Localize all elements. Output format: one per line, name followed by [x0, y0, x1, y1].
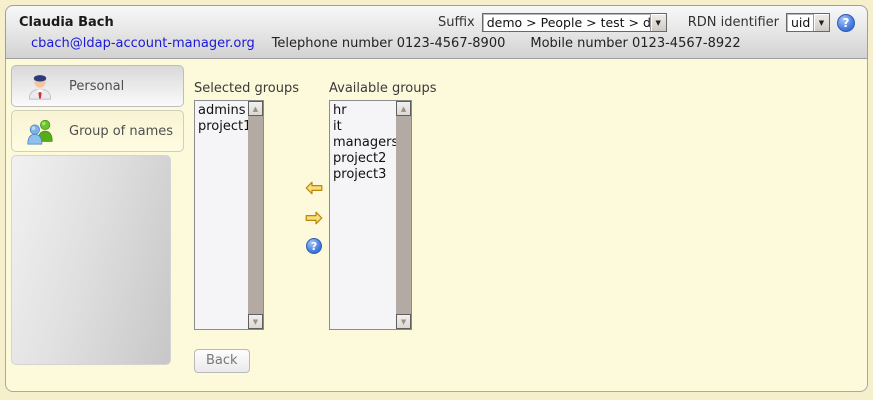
- scroll-track[interactable]: [248, 116, 263, 314]
- chevron-down-icon[interactable]: ▼: [650, 14, 666, 31]
- list-item[interactable]: admins: [198, 103, 248, 119]
- sidebar-panel: [11, 155, 171, 365]
- suffix-label: Suffix: [438, 15, 475, 30]
- move-left-button[interactable]: [305, 181, 323, 195]
- scroll-track[interactable]: [396, 116, 411, 314]
- header-row-top: Claudia Bach Suffix demo > People > test…: [6, 6, 867, 33]
- suffix-value: demo > People > test > de: [483, 14, 650, 31]
- available-groups-label: Available groups: [329, 81, 437, 96]
- tab-group-of-names-label: Group of names: [69, 124, 173, 139]
- header: Claudia Bach Suffix demo > People > test…: [5, 5, 868, 59]
- tab-group-of-names[interactable]: Group of names: [11, 110, 184, 152]
- selected-groups-label: Selected groups: [194, 81, 299, 96]
- list-item[interactable]: it: [333, 119, 396, 135]
- content-panel: Personal Group of names Selected groups: [5, 59, 868, 392]
- list-item[interactable]: hr: [333, 103, 396, 119]
- rdn-identifier-value: uid: [787, 14, 813, 31]
- scroll-up-button[interactable]: ▲: [396, 101, 411, 116]
- tab-personal[interactable]: Personal: [11, 65, 184, 107]
- rdn-identifier-select[interactable]: uid ▼: [786, 13, 830, 32]
- email-link[interactable]: cbach@ldap-account-manager.org: [31, 36, 255, 51]
- tab-personal-label: Personal: [69, 79, 124, 94]
- suffix-select[interactable]: demo > People > test > de ▼: [482, 13, 667, 32]
- scroll-up-button[interactable]: ▲: [248, 101, 263, 116]
- selected-groups-column: Selected groups adminsproject1 ▲ ▼: [194, 81, 299, 330]
- arrow-right-icon: [305, 211, 323, 225]
- back-button[interactable]: Back: [194, 349, 250, 373]
- header-row-contact: cbach@ldap-account-manager.org Telephone…: [6, 33, 867, 51]
- group-icon: [25, 116, 55, 146]
- list-item[interactable]: project3: [333, 167, 396, 183]
- scrollbar[interactable]: ▲ ▼: [396, 101, 411, 329]
- list-item[interactable]: project1: [198, 119, 248, 135]
- list-item[interactable]: managers: [333, 135, 396, 151]
- scroll-down-button[interactable]: ▼: [396, 314, 411, 329]
- move-right-button[interactable]: [305, 211, 323, 225]
- arrow-left-icon: [305, 181, 323, 195]
- available-groups-items: hritmanagersproject2project3: [330, 101, 396, 329]
- scroll-down-button[interactable]: ▼: [248, 314, 263, 329]
- person-icon: [25, 71, 55, 101]
- main-area: Selected groups adminsproject1 ▲ ▼: [184, 65, 861, 385]
- telephone-text: Telephone number 0123-4567-8900: [272, 36, 506, 51]
- list-item[interactable]: project2: [333, 151, 396, 167]
- sidebar: Personal Group of names: [11, 65, 184, 385]
- user-name: Claudia Bach: [19, 15, 114, 30]
- scrollbar[interactable]: ▲ ▼: [248, 101, 263, 329]
- header-controls: Suffix demo > People > test > de ▼ RDN i…: [438, 13, 855, 32]
- selected-groups-items: adminsproject1: [195, 101, 248, 329]
- available-groups-column: Available groups hritmanagersproject2pro…: [329, 81, 437, 330]
- mobile-text: Mobile number 0123-4567-8922: [530, 36, 740, 51]
- help-icon[interactable]: ?: [306, 238, 322, 254]
- move-controls: ?: [299, 81, 329, 330]
- selected-groups-list[interactable]: adminsproject1 ▲ ▼: [194, 100, 264, 330]
- help-icon[interactable]: ?: [837, 14, 855, 32]
- available-groups-list[interactable]: hritmanagersproject2project3 ▲ ▼: [329, 100, 412, 330]
- rdn-identifier-label: RDN identifier: [688, 15, 779, 30]
- chevron-down-icon[interactable]: ▼: [813, 14, 829, 31]
